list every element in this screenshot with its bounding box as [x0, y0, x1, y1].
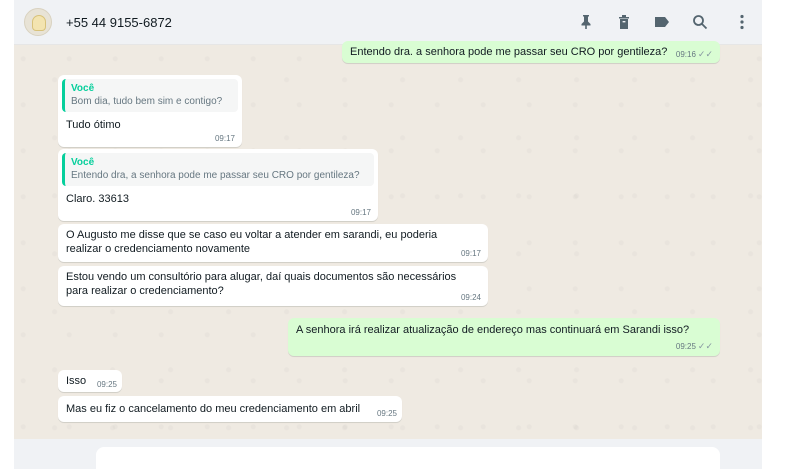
message-text: A senhora irá realizar atualização de en… — [296, 324, 690, 336]
message-incoming[interactable]: Estou vendo um consultório para alugar, … — [58, 266, 488, 306]
message-text: Mas eu fiz o cancelamento do meu credenc… — [66, 403, 361, 415]
quoted-message[interactable]: Você Entendo dra, a senhora pode me pass… — [62, 153, 374, 186]
message-time: 09:17 — [350, 208, 371, 217]
composer-bar — [14, 439, 762, 469]
read-receipt-icon: ✓✓ — [697, 341, 713, 351]
message-time: 09:25 ✓✓ — [676, 341, 713, 352]
read-receipt-icon: ✓✓ — [697, 49, 713, 59]
label-icon[interactable] — [652, 12, 672, 32]
message-text: Claro. 33613 — [66, 193, 129, 205]
quote-text: Bom dia, tudo bem sim e contigo? — [71, 96, 223, 107]
chat-window: +55 44 9155-6872 Entendo dra. a senhora … — [14, 0, 762, 469]
pin-icon[interactable] — [576, 12, 596, 32]
message-input[interactable] — [96, 447, 720, 469]
message-time: 09:25 — [96, 380, 117, 389]
message-incoming[interactable]: Isso 09:25 — [58, 370, 122, 392]
contact-avatar[interactable] — [24, 8, 52, 36]
quote-author: Você — [71, 83, 95, 94]
contact-name[interactable]: +55 44 9155-6872 — [66, 15, 172, 30]
message-incoming[interactable]: Mas eu fiz o cancelamento do meu credenc… — [58, 396, 402, 422]
message-incoming-reply[interactable]: Você Bom dia, tudo bem sim e contigo? Tu… — [58, 75, 242, 147]
time-label: 09:16 — [675, 50, 696, 59]
message-outgoing[interactable]: Entendo dra. a senhora pode me passar se… — [342, 41, 720, 63]
message-time: 09:16 ✓✓ — [676, 49, 713, 60]
quote-author: Você — [71, 157, 95, 168]
message-outgoing[interactable]: A senhora irá realizar atualização de en… — [288, 318, 720, 356]
message-time: 09:17 — [214, 134, 235, 143]
message-list[interactable]: Entendo dra. a senhora pode me passar se… — [14, 41, 762, 439]
message-text: Entendo dra. a senhora pode me passar se… — [350, 46, 668, 58]
menu-icon[interactable] — [732, 12, 752, 32]
message-incoming[interactable]: O Augusto me disse que se caso eu voltar… — [58, 224, 488, 262]
message-text: Tudo ótimo — [66, 119, 121, 131]
message-incoming-reply[interactable]: Você Entendo dra, a senhora pode me pass… — [58, 149, 378, 221]
message-time: 09:17 — [460, 249, 481, 258]
avatar-figure — [32, 15, 46, 31]
message-text: O Augusto me disse que se caso eu voltar… — [66, 229, 438, 255]
chat-header: +55 44 9155-6872 — [14, 0, 762, 45]
message-time: 09:24 — [460, 293, 481, 302]
message-time: 09:25 — [376, 409, 397, 418]
quote-text: Entendo dra, a senhora pode me passar se… — [71, 170, 360, 181]
quoted-message[interactable]: Você Bom dia, tudo bem sim e contigo? — [62, 79, 238, 112]
time-label: 09:25 — [675, 342, 696, 351]
search-icon[interactable] — [690, 12, 710, 32]
trash-icon[interactable] — [614, 12, 634, 32]
message-text: Estou vendo um consultório para alugar, … — [66, 271, 457, 297]
